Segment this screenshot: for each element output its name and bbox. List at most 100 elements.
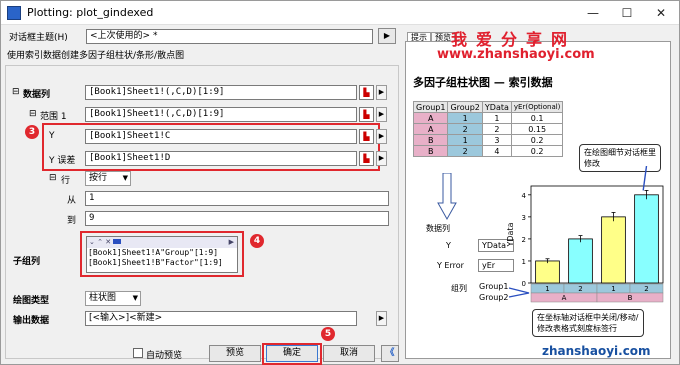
y-tick-label: 3	[522, 214, 526, 222]
move-up-icon[interactable]: ⌃	[97, 238, 103, 246]
rows-select[interactable]: 按行 ▼	[85, 171, 131, 186]
y-error-label: Y 误差	[49, 156, 76, 166]
plot-type-label: 绘图类型	[13, 296, 50, 306]
y-menu[interactable]: ▶	[376, 129, 387, 144]
table-cell: 0.2	[510, 145, 564, 157]
subgroup-toolbar: ⌄ ⌃ ✕ ▶	[87, 237, 237, 248]
app-icon	[7, 6, 21, 20]
chevron-down-icon: ▼	[132, 294, 138, 302]
to-label: 到	[67, 216, 77, 226]
step-badge-4: 4	[250, 234, 264, 248]
bar	[568, 238, 593, 284]
select-y-icon[interactable]: ▙	[359, 129, 374, 144]
table-cell: 0.15	[510, 123, 564, 135]
y-error-input[interactable]: [Book1]Sheet1!D	[85, 151, 357, 166]
table-cell: 3	[481, 134, 512, 146]
y-label: Y	[49, 131, 55, 141]
remove-icon[interactable]: ✕	[105, 238, 111, 246]
y-role-label: Y	[446, 241, 451, 250]
plot-type-select[interactable]: 柱状图 ▼	[85, 291, 141, 306]
from-input[interactable]: 1	[85, 191, 389, 206]
auto-preview-checkbox[interactable]	[133, 348, 143, 358]
table-cell: A	[412, 112, 449, 124]
x-row1-label: 2	[644, 285, 648, 293]
x-row1-label: 1	[545, 285, 549, 293]
step-badge-5: 5	[321, 327, 335, 341]
y-axis-title: YData	[506, 222, 515, 247]
table-cell: 1	[447, 134, 483, 146]
range1-input[interactable]: [Book1]Sheet1!(,C,D)[1:9]	[85, 107, 357, 122]
x-row1-label: 1	[611, 285, 615, 293]
output-label: 输出数据	[13, 316, 50, 326]
tree-toggle-rows[interactable]: ⊟	[49, 173, 57, 183]
table-header: yEr(Optional)	[510, 101, 564, 113]
table-cell: 1	[447, 112, 483, 124]
tree-toggle-range[interactable]: ⊟	[29, 109, 37, 119]
down-arrow-icon	[437, 173, 457, 221]
chevron-down-icon: ▼	[122, 174, 128, 182]
table-header: YData	[481, 101, 512, 113]
collapse-panel-button[interactable]: 《	[381, 345, 399, 362]
note-bottom: 在坐标轴对话框中关闭/移动/修改表格式刻度标签行	[532, 309, 644, 337]
y-input[interactable]: [Book1]Sheet1!C	[85, 129, 357, 144]
select-icon[interactable]	[113, 239, 122, 244]
select-yerror-icon[interactable]: ▙	[359, 151, 374, 166]
theme-select[interactable]: <上次使用的> *	[86, 29, 373, 44]
preview-button[interactable]: 预览	[209, 345, 261, 362]
to-input[interactable]: 9	[85, 211, 389, 226]
data-columns-menu[interactable]: ▶	[376, 85, 387, 100]
watermark-url: www.zhanshaoyi.com	[437, 47, 595, 62]
output-input[interactable]: [<输入>]<新建>	[85, 311, 357, 326]
subgroup-line-2[interactable]: [Book1]Sheet1!B"Factor"[1:9]	[87, 258, 237, 268]
table-row: B 1 3 0.2	[412, 134, 564, 146]
maximize-button[interactable]: ☐	[610, 3, 644, 23]
table-cell: 2	[447, 145, 483, 157]
table-row: B 2 4 0.2	[412, 145, 564, 157]
subgroup-list[interactable]: ⌄ ⌃ ✕ ▶ [Book1]Sheet1!A"Group"[1:9] [Boo…	[86, 236, 238, 273]
theme-label: 对话框主题(H)	[9, 33, 68, 43]
select-data-icon[interactable]: ▙	[359, 85, 374, 100]
range1-menu[interactable]: ▶	[376, 107, 387, 122]
window-title: Plotting: plot_gindexed	[27, 6, 154, 19]
x-row2-label: A	[562, 294, 567, 302]
y-error-menu[interactable]: ▶	[376, 151, 387, 166]
x-row1-label: 2	[578, 285, 582, 293]
data-columns-label: 数据列	[23, 90, 51, 100]
data-columns-input[interactable]: [Book1]Sheet1!(,C,D)[1:9]	[85, 85, 357, 100]
subgroup-line-1[interactable]: [Book1]Sheet1!A"Group"[1:9]	[87, 248, 237, 258]
table-row: A 1 1 0.1	[412, 112, 564, 124]
tree-toggle-data[interactable]: ⊟	[12, 87, 20, 97]
range1-label: 范围 1	[40, 112, 67, 122]
close-button[interactable]: ✕	[644, 3, 678, 23]
move-down-icon[interactable]: ⌄	[89, 238, 95, 246]
preview-table: Group1 Group2 YData yEr(Optional) A 1 1 …	[412, 101, 564, 157]
y-tick-label: 0	[522, 280, 526, 288]
table-cell: 4	[481, 145, 512, 157]
table-header: Group1	[412, 101, 449, 113]
plot-type-value: 柱状图	[89, 293, 117, 303]
y-tick-label: 1	[522, 258, 526, 266]
y-tick-label: 4	[522, 192, 527, 200]
table-cell: 0.2	[510, 134, 564, 146]
cancel-button[interactable]: 取消	[323, 345, 375, 362]
table-row: A 2 2 0.15	[412, 123, 564, 135]
dialog-description: 使用索引数据创建多因子组柱状/条形/散点图	[7, 51, 185, 61]
minimize-button[interactable]: —	[576, 3, 610, 23]
subgroup-label: 子组列	[13, 257, 41, 267]
auto-preview-label: 自动预览	[146, 351, 183, 361]
theme-menu-button[interactable]: ▶	[378, 28, 396, 44]
table-cell: 2	[447, 123, 483, 135]
group-arrow	[508, 287, 530, 298]
table-cell: B	[412, 145, 449, 157]
table-cell: B	[412, 134, 449, 146]
output-menu[interactable]: ▶	[376, 311, 387, 326]
select-range-icon[interactable]: ▙	[359, 107, 374, 122]
ok-button[interactable]: 确定	[266, 345, 318, 362]
group-col-label: 组列	[451, 284, 467, 293]
data-col-label: 数据列	[426, 224, 450, 233]
table-cell: 0.1	[510, 112, 564, 124]
title-bar: Plotting: plot_gindexed — ☐ ✕	[1, 1, 679, 25]
table-header-row: Group1 Group2 YData yEr(Optional)	[412, 101, 564, 113]
subgroup-menu-icon[interactable]: ▶	[229, 237, 234, 248]
table-cell: A	[412, 123, 449, 135]
